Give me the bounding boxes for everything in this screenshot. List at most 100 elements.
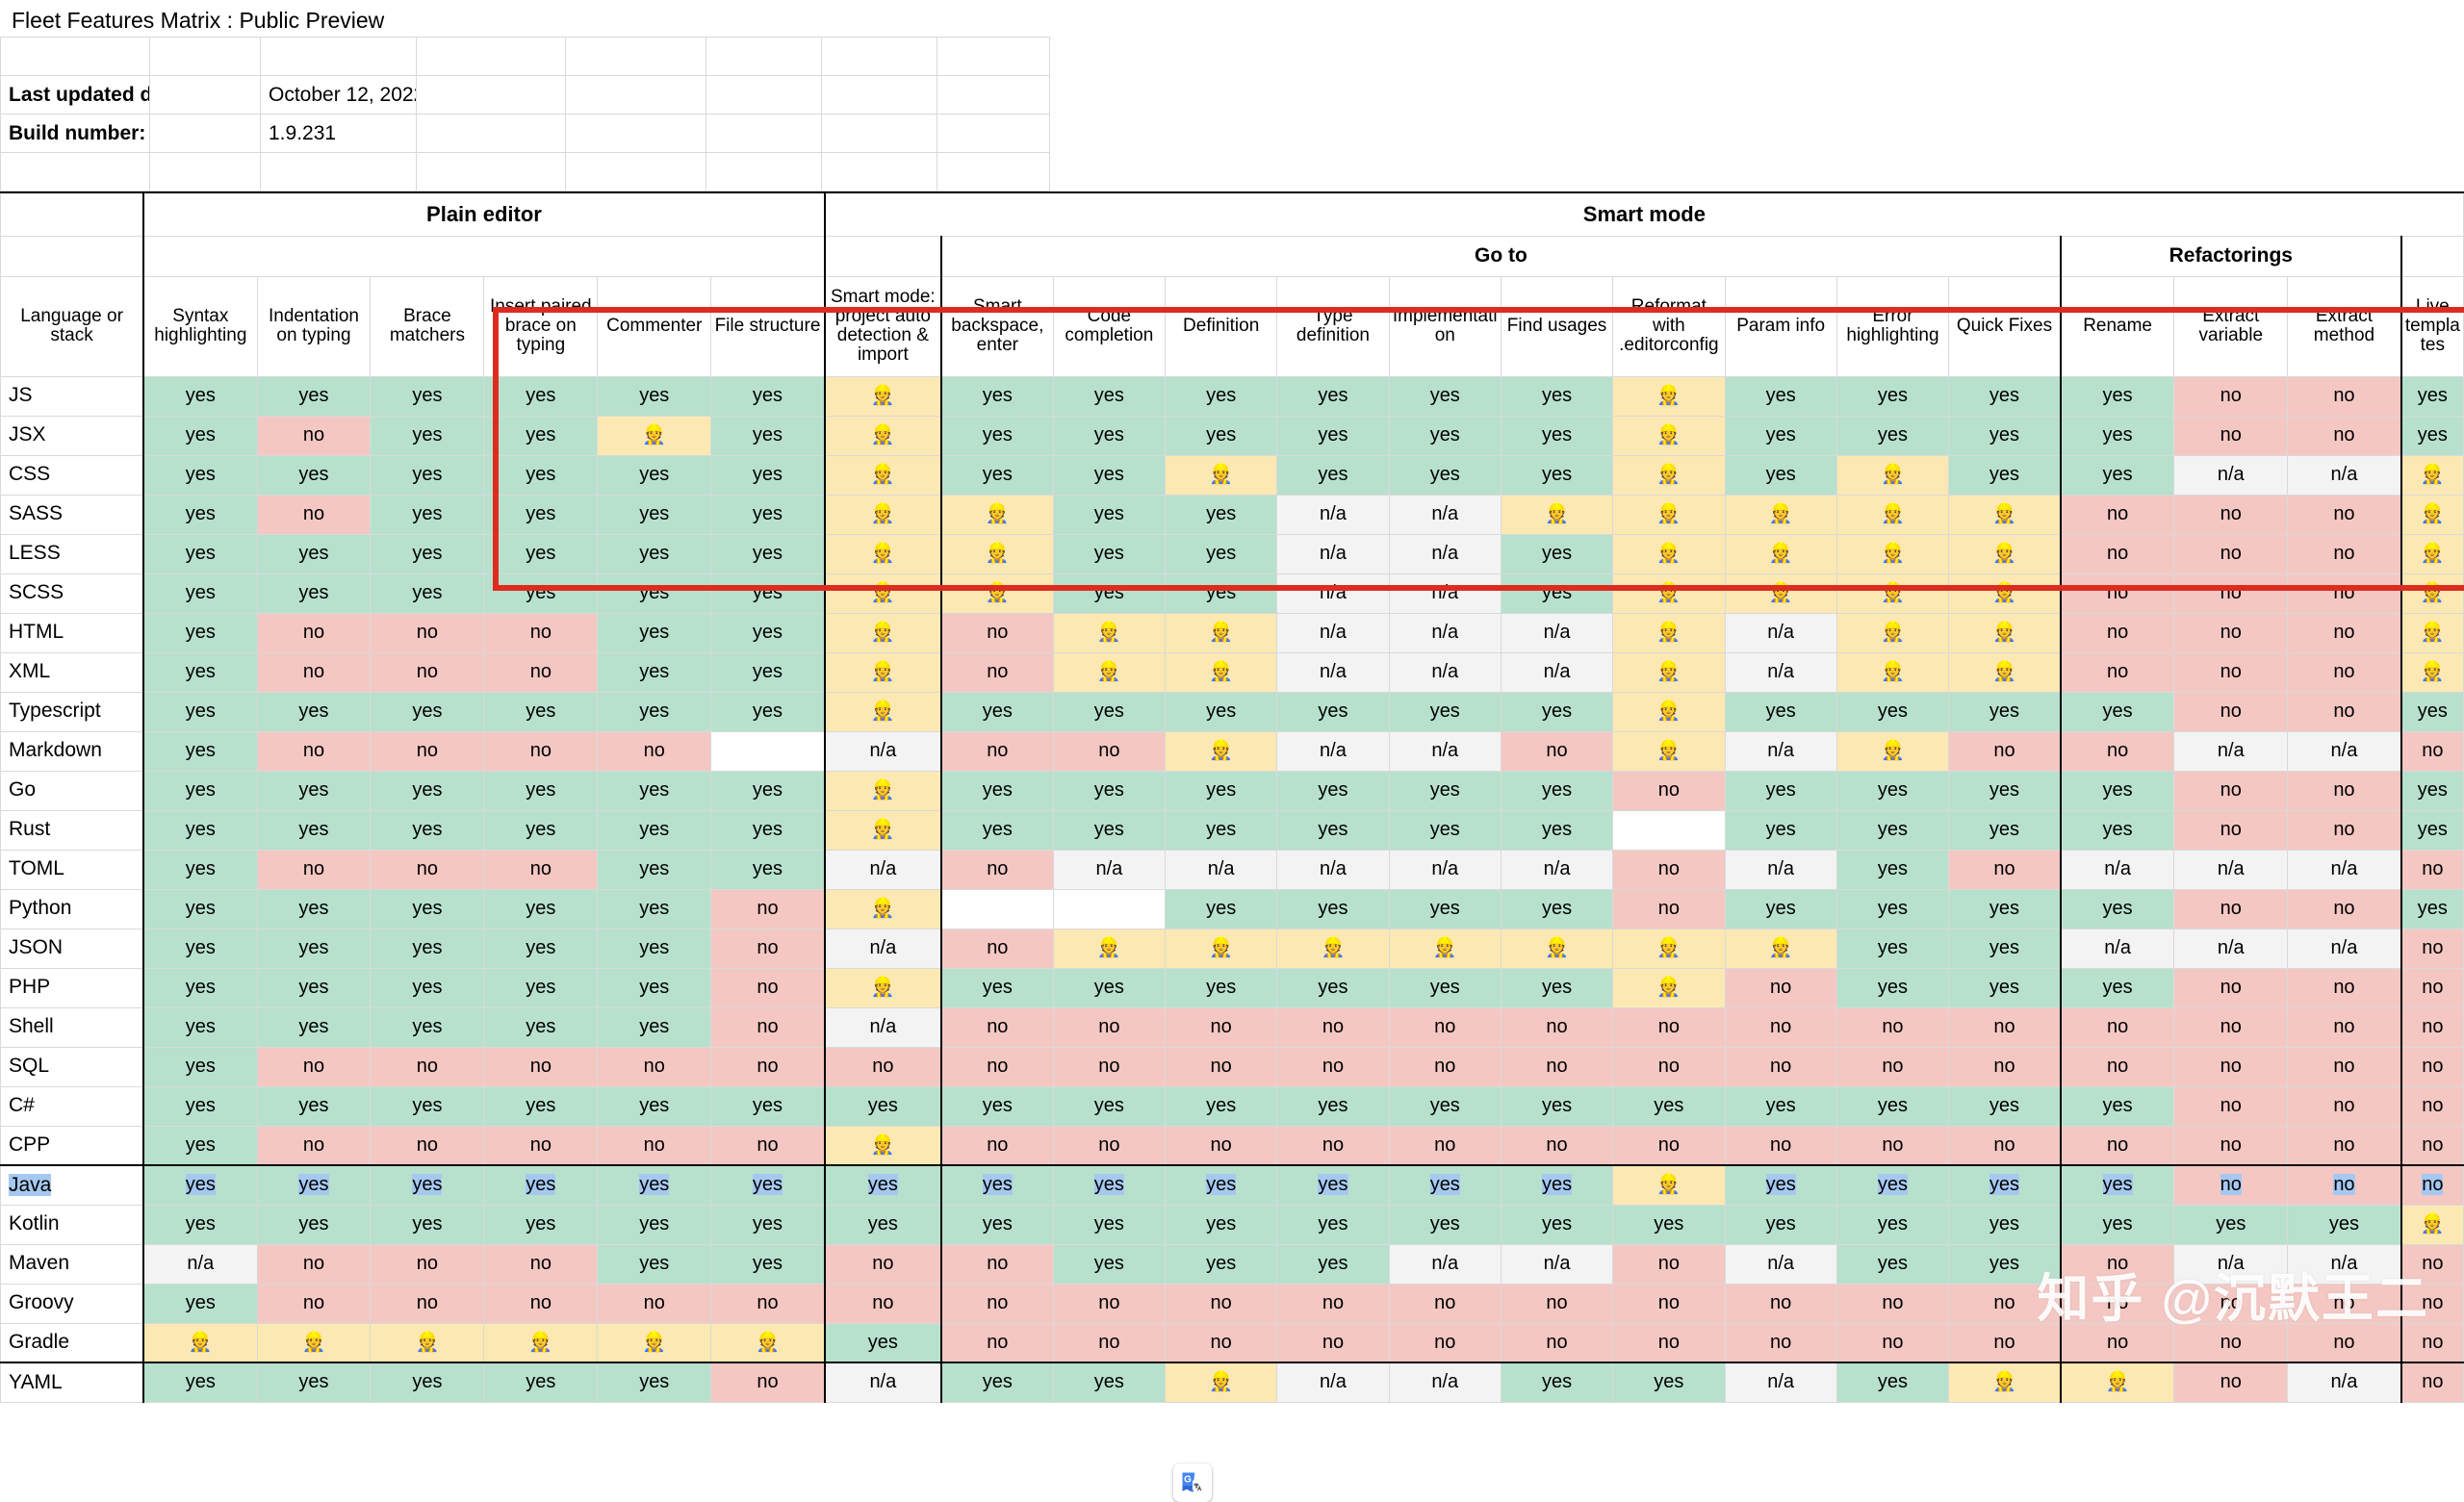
language-cell[interactable]: Typescript: [0, 691, 144, 732]
matrix-cell[interactable]: yes: [142, 1125, 258, 1166]
matrix-cell[interactable]: 👷: [823, 454, 942, 496]
matrix-cell[interactable]: yes: [1276, 1204, 1390, 1245]
matrix-cell[interactable]: yes: [142, 1362, 258, 1403]
matrix-cell[interactable]: 👷: [2400, 1204, 2464, 1245]
language-cell[interactable]: JSON: [0, 928, 144, 969]
matrix-cell[interactable]: no: [939, 1006, 1054, 1048]
matrix-cell[interactable]: yes: [1500, 1204, 1614, 1245]
language-cell[interactable]: CSS: [0, 454, 144, 496]
matrix-cell[interactable]: no: [2059, 1006, 2175, 1048]
matrix-cell[interactable]: no: [1500, 1283, 1614, 1324]
matrix-cell[interactable]: no: [2400, 1283, 2464, 1324]
matrix-cell[interactable]: yes: [142, 730, 258, 772]
matrix-cell[interactable]: no: [939, 730, 1054, 772]
matrix-cell[interactable]: yes: [710, 1243, 826, 1285]
matrix-cell[interactable]: n/a: [1724, 1243, 1837, 1285]
matrix-cell[interactable]: yes: [597, 967, 712, 1008]
matrix-cell[interactable]: yes: [710, 809, 826, 851]
matrix-cell[interactable]: 👷: [823, 651, 942, 693]
matrix-cell[interactable]: yes: [597, 691, 712, 732]
matrix-cell[interactable]: yes: [142, 1164, 258, 1206]
matrix-cell[interactable]: 👷: [823, 809, 942, 851]
language-cell[interactable]: Shell: [0, 1006, 144, 1048]
matrix-cell[interactable]: yes: [1388, 691, 1502, 732]
matrix-cell[interactable]: yes: [142, 1006, 258, 1048]
matrix-cell[interactable]: yes: [483, 415, 599, 456]
matrix-cell[interactable]: yes: [2059, 809, 2175, 851]
matrix-cell[interactable]: yes: [2400, 415, 2464, 456]
matrix-cell[interactable]: yes: [256, 691, 372, 732]
matrix-cell[interactable]: yes: [370, 1362, 485, 1403]
matrix-cell[interactable]: yes: [370, 375, 485, 417]
matrix-cell[interactable]: yes: [483, 1204, 599, 1245]
matrix-cell[interactable]: yes: [1276, 967, 1390, 1008]
matrix-cell[interactable]: no: [2173, 1322, 2289, 1363]
matrix-cell[interactable]: no: [2400, 1362, 2464, 1403]
language-cell[interactable]: Rust: [0, 809, 144, 851]
matrix-cell[interactable]: n/a: [2287, 1362, 2402, 1403]
matrix-cell[interactable]: yes: [710, 770, 826, 811]
matrix-cell[interactable]: 👷: [1724, 494, 1837, 535]
matrix-cell[interactable]: 👷: [2059, 1362, 2175, 1403]
matrix-cell[interactable]: no: [2400, 1085, 2464, 1127]
matrix-cell[interactable]: [710, 730, 826, 772]
matrix-cell[interactable]: yes: [597, 375, 712, 417]
matrix-cell[interactable]: no: [1835, 1046, 1950, 1087]
matrix-cell[interactable]: yes: [1835, 375, 1950, 417]
matrix-cell[interactable]: yes: [142, 691, 258, 732]
language-cell[interactable]: SCSS: [0, 573, 144, 614]
matrix-cell[interactable]: yes: [823, 1164, 942, 1206]
matrix-cell[interactable]: yes: [142, 1204, 258, 1245]
matrix-cell[interactable]: n/a: [1388, 533, 1502, 574]
matrix-cell[interactable]: no: [1165, 1046, 1278, 1087]
matrix-cell[interactable]: yes: [1276, 454, 1390, 496]
matrix-cell[interactable]: yes: [1724, 888, 1837, 929]
matrix-cell[interactable]: no: [1052, 1322, 1167, 1363]
matrix-cell[interactable]: yes: [1388, 770, 1502, 811]
matrix-cell[interactable]: n/a: [2059, 849, 2175, 890]
matrix-cell[interactable]: yes: [2059, 967, 2175, 1008]
matrix-cell[interactable]: no: [1724, 967, 1837, 1008]
matrix-cell[interactable]: no: [939, 1283, 1054, 1324]
matrix-cell[interactable]: yes: [1388, 967, 1502, 1008]
matrix-cell[interactable]: yes: [597, 1362, 712, 1403]
matrix-cell[interactable]: yes: [1500, 1164, 1614, 1206]
matrix-cell[interactable]: no: [256, 849, 372, 890]
matrix-cell[interactable]: 👷: [1724, 573, 1837, 614]
matrix-cell[interactable]: yes: [1165, 1243, 1278, 1285]
matrix-cell[interactable]: yes: [2400, 770, 2464, 811]
matrix-cell[interactable]: yes: [1835, 415, 1950, 456]
matrix-cell[interactable]: yes: [142, 809, 258, 851]
matrix-cell[interactable]: no: [2287, 1085, 2402, 1127]
matrix-cell[interactable]: yes: [2400, 888, 2464, 929]
matrix-cell[interactable]: yes: [1500, 967, 1614, 1008]
language-cell[interactable]: Groovy: [0, 1283, 144, 1324]
matrix-cell[interactable]: no: [2173, 375, 2289, 417]
matrix-cell[interactable]: yes: [1724, 454, 1837, 496]
matrix-cell[interactable]: yes: [256, 573, 372, 614]
matrix-cell[interactable]: 👷: [2400, 454, 2464, 496]
matrix-cell[interactable]: no: [597, 1125, 712, 1166]
matrix-cell[interactable]: yes: [1165, 967, 1278, 1008]
matrix-cell[interactable]: yes: [1052, 770, 1167, 811]
language-cell[interactable]: XML: [0, 651, 144, 693]
matrix-cell[interactable]: yes: [1500, 770, 1614, 811]
matrix-cell[interactable]: [1052, 888, 1167, 929]
matrix-cell[interactable]: yes: [1052, 1204, 1167, 1245]
matrix-cell[interactable]: yes: [710, 849, 826, 890]
matrix-cell[interactable]: yes: [1388, 454, 1502, 496]
matrix-cell[interactable]: yes: [597, 494, 712, 535]
matrix-cell[interactable]: yes: [1276, 770, 1390, 811]
matrix-cell[interactable]: yes: [1835, 928, 1950, 969]
matrix-cell[interactable]: n/a: [1276, 494, 1390, 535]
matrix-cell[interactable]: no: [483, 1046, 599, 1087]
matrix-cell[interactable]: no: [2173, 809, 2289, 851]
matrix-cell[interactable]: yes: [1165, 533, 1278, 574]
matrix-cell[interactable]: yes: [1948, 1085, 2062, 1127]
matrix-cell[interactable]: yes: [1165, 1164, 1278, 1206]
matrix-cell[interactable]: no: [2059, 533, 2175, 574]
matrix-cell[interactable]: yes: [710, 454, 826, 496]
matrix-cell[interactable]: yes: [1500, 454, 1614, 496]
matrix-cell[interactable]: no: [939, 1046, 1054, 1087]
matrix-cell[interactable]: yes: [256, 454, 372, 496]
